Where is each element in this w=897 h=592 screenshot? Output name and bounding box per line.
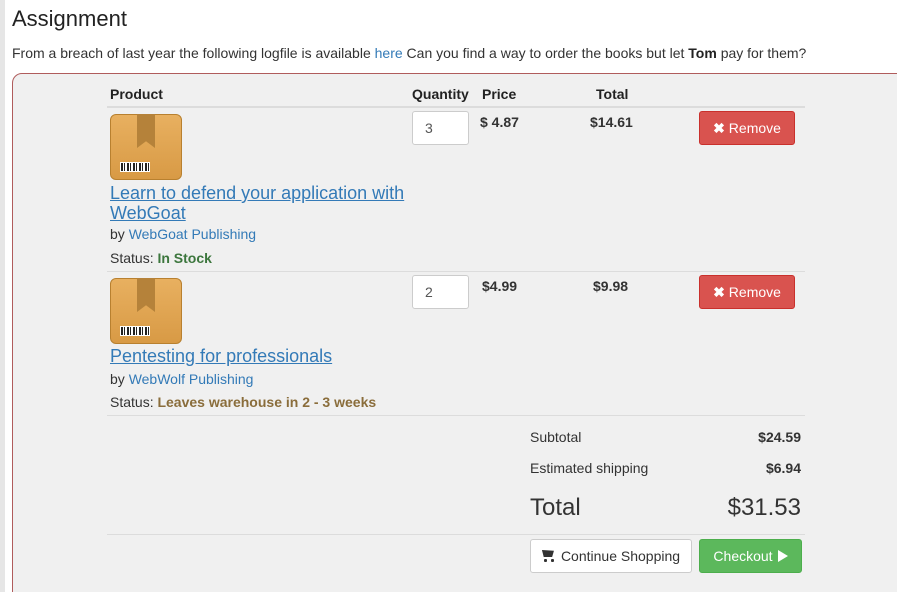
play-icon (777, 550, 788, 562)
shipping-value: $6.94 (765, 460, 801, 476)
cart-row: Learn to defend your application with Web… (107, 108, 805, 271)
product-status: Status: In Stock (110, 250, 212, 266)
remove-button[interactable]: ✖ Remove (699, 275, 795, 309)
remove-button[interactable]: ✖ Remove (699, 111, 795, 145)
left-rule (0, 0, 5, 592)
intro-bold-name: Tom (688, 45, 717, 61)
publisher-link[interactable]: WebWolf Publishing (129, 371, 254, 387)
quantity-input[interactable] (412, 275, 469, 309)
remove-label: Remove (728, 120, 781, 136)
book-icon (110, 114, 182, 180)
close-icon: ✖ (713, 283, 725, 300)
header-product: Product (110, 86, 163, 102)
shipping-label: Estimated shipping (530, 460, 649, 476)
item-total: $14.61 (590, 114, 633, 130)
by-prefix: by (110, 371, 129, 387)
grand-total-label: Total (530, 494, 581, 521)
logfile-link[interactable]: here (375, 45, 403, 61)
product-title-link[interactable]: Learn to defend your application with Web… (110, 183, 404, 223)
footer-divider (107, 534, 805, 535)
publisher-link[interactable]: WebGoat Publishing (129, 226, 256, 242)
continue-shopping-button[interactable]: Continue Shopping (530, 539, 692, 573)
header-total: Total (596, 86, 629, 102)
status-prefix: Status: (110, 250, 158, 266)
status-value: Leaves warehouse in 2 - 3 weeks (157, 394, 377, 410)
header-price: Price (482, 86, 517, 102)
checkout-button[interactable]: Checkout (699, 539, 802, 573)
page-title: Assignment (12, 6, 127, 31)
assignment-intro: From a breach of last year the following… (12, 45, 806, 61)
product-publisher: by WebWolf Publishing (110, 371, 253, 387)
status-value: In Stock (157, 250, 212, 266)
checkout-label: Checkout (713, 548, 773, 564)
status-prefix: Status: (110, 394, 158, 410)
intro-text-1: From a breach of last year the following… (12, 45, 375, 61)
item-total: $9.98 (593, 278, 629, 294)
by-prefix: by (110, 226, 129, 242)
book-icon (110, 278, 182, 344)
summary-divider (107, 415, 805, 416)
continue-label: Continue Shopping (560, 548, 681, 564)
grand-total-value: $31.53 (727, 494, 801, 521)
product-title-line-1: Learn to defend your application with (110, 183, 405, 203)
product-publisher: by WebGoat Publishing (110, 226, 256, 242)
cart-icon (542, 550, 556, 562)
quantity-input[interactable] (412, 111, 469, 145)
header-quantity: Quantity (412, 86, 469, 102)
cart-row: Pentesting for professionals by WebWolf … (107, 271, 805, 415)
intro-text-3: pay for them? (716, 45, 807, 61)
close-icon: ✖ (713, 119, 725, 136)
product-title-link[interactable]: Pentesting for professionals (110, 346, 332, 366)
subtotal-label: Subtotal (530, 429, 582, 445)
subtotal-value: $24.59 (758, 429, 801, 445)
product-status: Status: Leaves warehouse in 2 - 3 weeks (110, 394, 376, 410)
item-price: $ 4.87 (480, 114, 519, 130)
item-price: $4.99 (482, 278, 518, 294)
remove-label: Remove (728, 284, 781, 300)
intro-text-2: Can you find a way to order the books bu… (402, 45, 689, 61)
product-title-line-2: WebGoat (110, 203, 186, 223)
